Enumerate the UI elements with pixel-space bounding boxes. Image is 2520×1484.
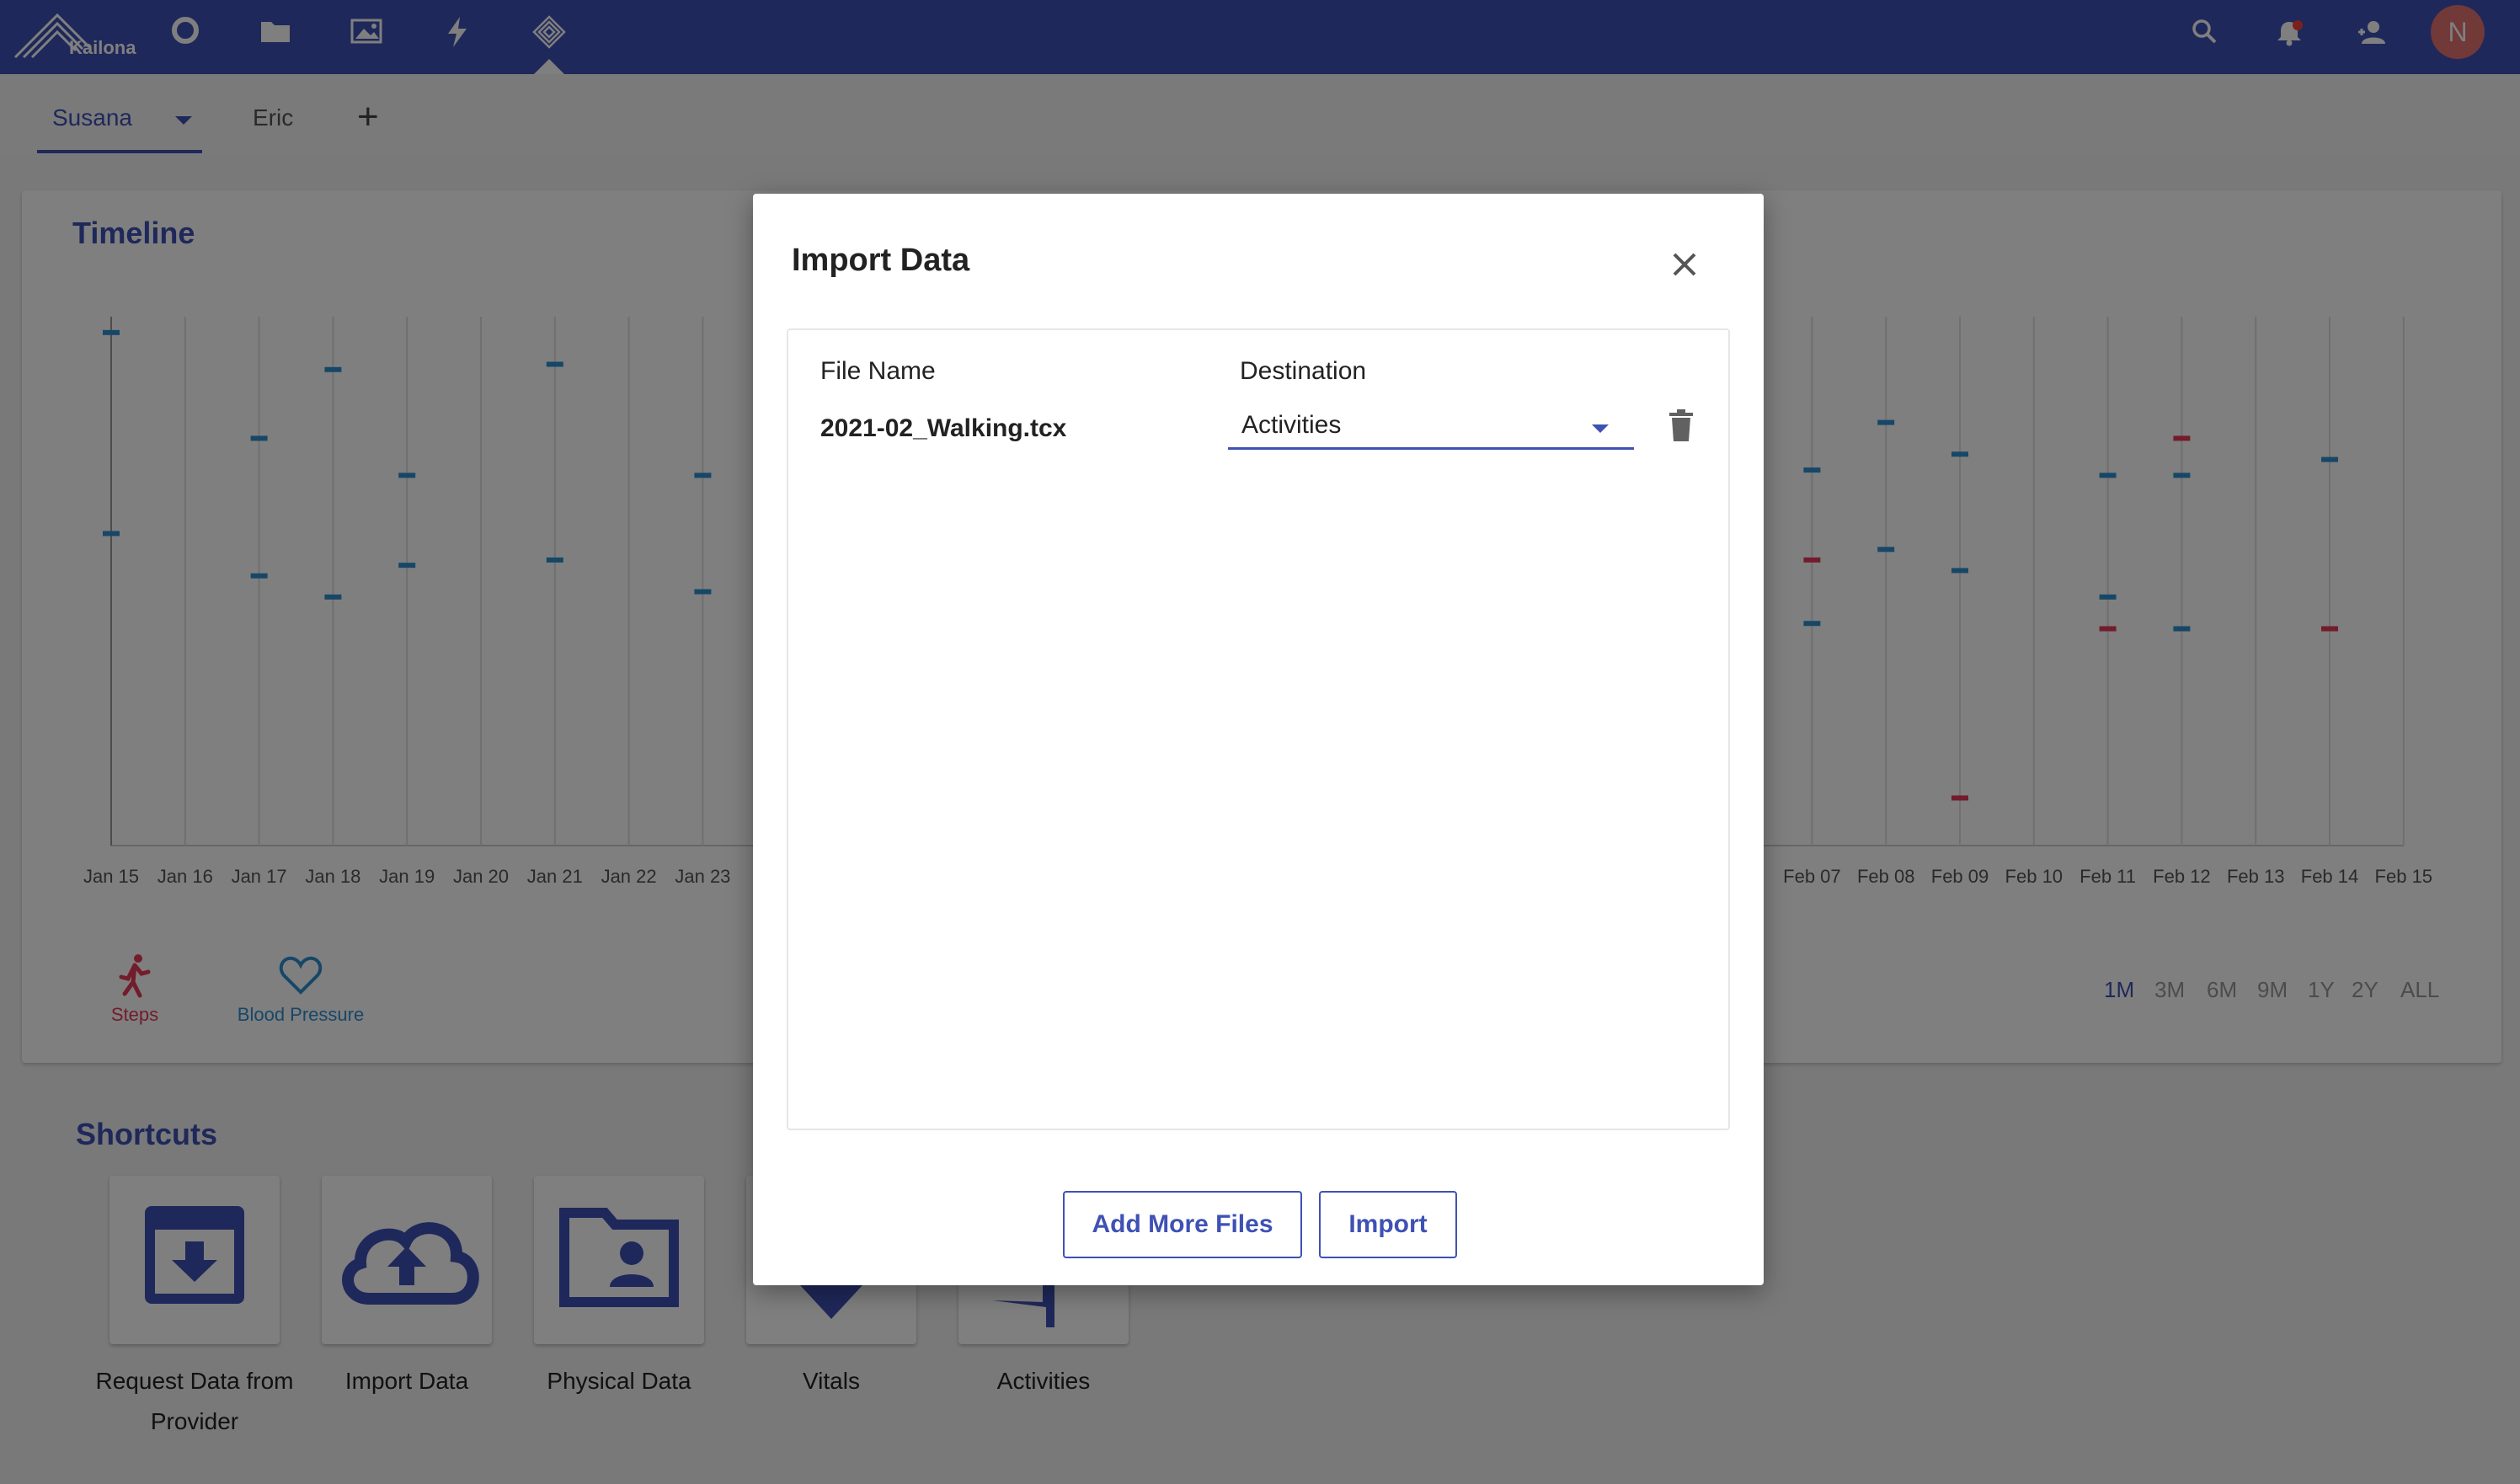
chevron-down-icon [1592, 424, 1609, 433]
column-header-file-name: File Name [820, 357, 936, 385]
add-more-files-button[interactable]: Add More Files [1063, 1191, 1302, 1258]
trash-icon[interactable] [1664, 408, 1698, 445]
dialog-title: Import Data [792, 243, 970, 278]
destination-value: Activities [1241, 411, 1342, 439]
column-header-destination: Destination [1240, 357, 1367, 385]
import-button[interactable]: Import [1319, 1191, 1457, 1258]
file-list-panel: File Name Destination 2021-02_Walking.tc… [787, 328, 1730, 1130]
destination-select[interactable]: Activities [1228, 404, 1634, 450]
close-icon[interactable] [1664, 244, 1705, 285]
file-name-cell: 2021-02_Walking.tcx [820, 414, 1067, 442]
import-data-dialog: Import Data File Name Destination 2021-0… [753, 194, 1764, 1285]
